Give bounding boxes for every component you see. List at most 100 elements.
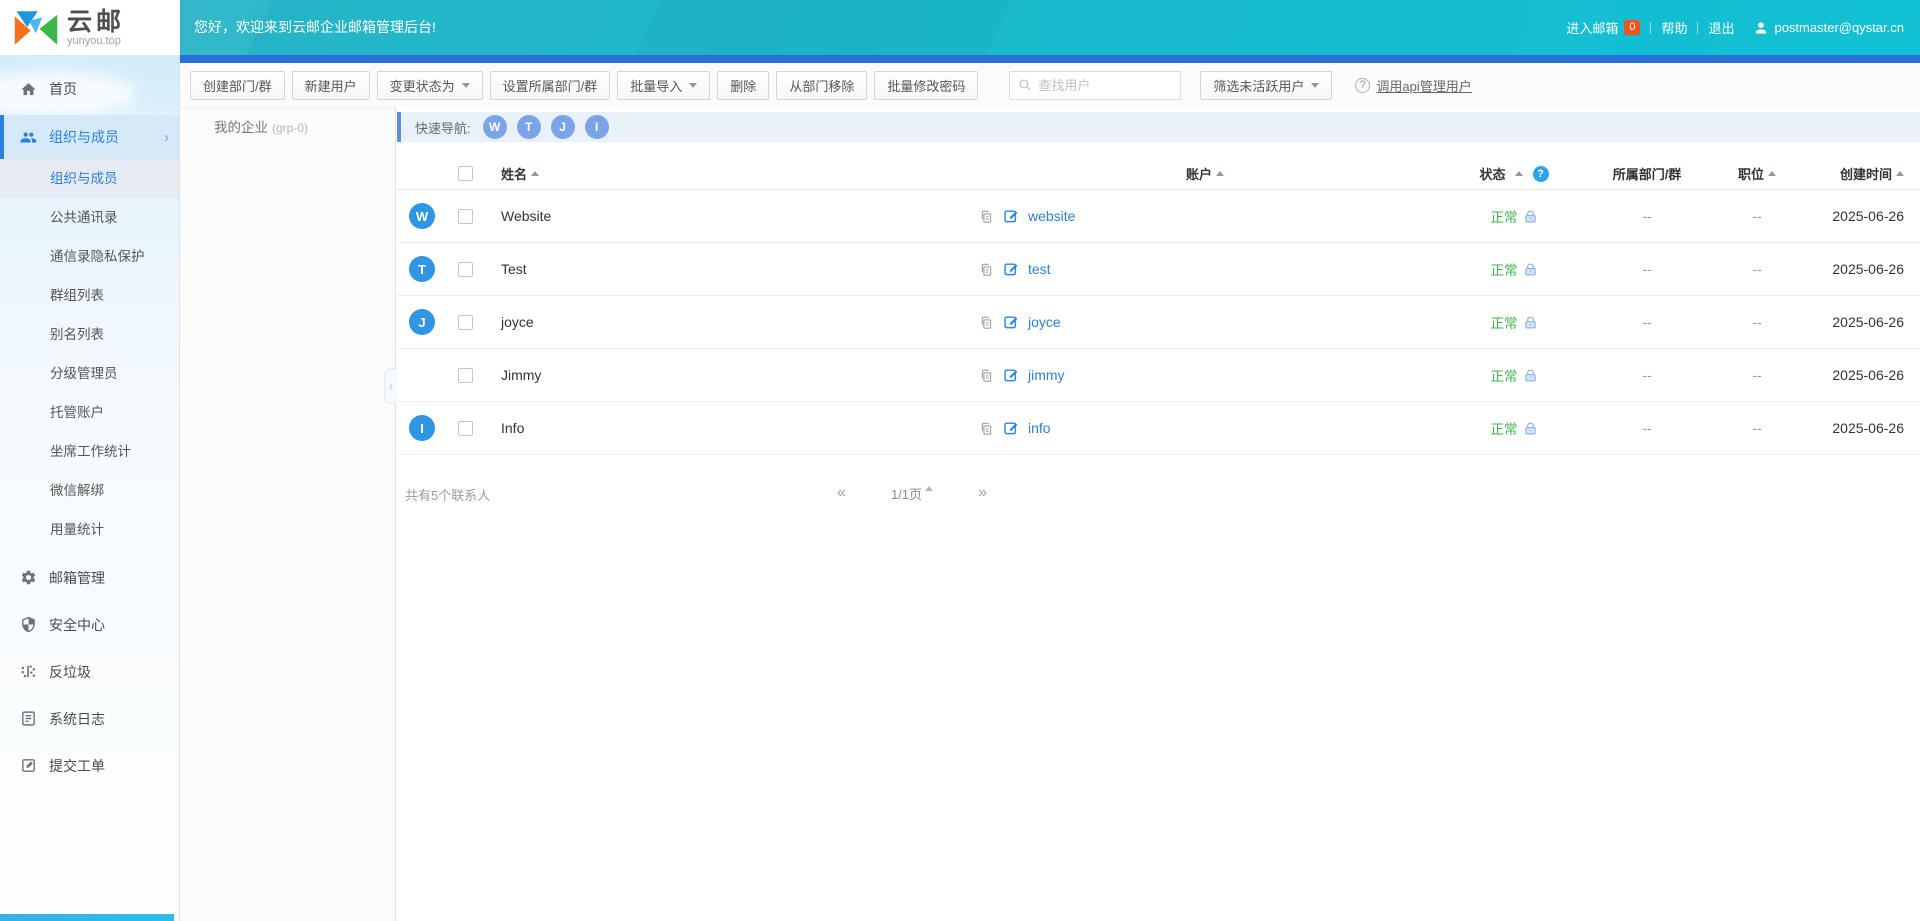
sidebar-subitem-wechat-unbind[interactable]: 微信解绑 <box>0 471 179 510</box>
sidebar-subitem-alias-list[interactable]: 别名列表 <box>0 315 179 354</box>
compose-icon[interactable] <box>1003 261 1019 277</box>
quick-nav-letter[interactable]: I <box>585 115 609 139</box>
position-value: -- <box>1707 367 1807 383</box>
remove-from-dept-button[interactable]: 从部门移除 <box>776 71 867 100</box>
page-dropdown-caret-icon <box>925 486 933 491</box>
create-dept-group-button[interactable]: 创建部门/群 <box>190 71 285 100</box>
copy-icon[interactable] <box>979 368 994 383</box>
user-name: Website <box>483 208 957 224</box>
welcome-message: 您好，欢迎来到云邮企业邮箱管理后台! <box>194 0 436 55</box>
account-link[interactable]: test <box>1028 261 1051 277</box>
api-manage-users-link[interactable]: 调用api管理用户 <box>1355 76 1471 95</box>
sort-asc-icon <box>1515 171 1523 176</box>
caret-down-icon <box>462 83 470 88</box>
lock-icon <box>1523 368 1538 383</box>
account-link[interactable]: jimmy <box>1028 367 1065 383</box>
account-column-header[interactable]: 账户 <box>985 164 1425 183</box>
sidebar-item-label: 安全中心 <box>49 615 105 635</box>
sidebar-item-system-log[interactable]: 系统日志 <box>0 695 179 742</box>
row-checkbox[interactable] <box>458 262 473 277</box>
sidebar-subitem-hosted-accounts[interactable]: 托管账户 <box>0 393 179 432</box>
status-column-header[interactable]: 状态 <box>1419 164 1609 183</box>
sidebar-subitem-org-members[interactable]: 组织与成员 <box>0 159 179 198</box>
created-value: 2025-06-26 <box>1807 208 1920 224</box>
enter-mailbox-link[interactable]: 进入邮箱 <box>1566 18 1618 37</box>
select-all-checkbox[interactable] <box>458 166 473 181</box>
account-link[interactable]: website <box>1028 208 1075 224</box>
compose-icon[interactable] <box>1003 314 1019 330</box>
created-column-header[interactable]: 创建时间 <box>1807 164 1920 183</box>
new-user-button[interactable]: 新建用户 <box>292 71 370 100</box>
copy-icon[interactable] <box>979 315 994 330</box>
sidebar-item-submit-ticket[interactable]: 提交工单 <box>0 742 179 789</box>
status-help-icon[interactable] <box>1533 166 1549 182</box>
set-dept-group-button[interactable]: 设置所属部门/群 <box>490 71 611 100</box>
logo[interactable]: 云邮 yunyou.top <box>0 0 180 55</box>
tree-root-item[interactable]: 我的企业(grp-0) <box>214 116 395 136</box>
quick-nav-letter[interactable]: J <box>551 115 575 139</box>
search-input[interactable] <box>1038 78 1168 93</box>
compose-icon[interactable] <box>1003 420 1019 436</box>
copy-icon[interactable] <box>979 421 994 436</box>
batch-change-password-button[interactable]: 批量修改密码 <box>874 71 978 100</box>
account-link[interactable]: joyce <box>1028 314 1061 330</box>
created-value: 2025-06-26 <box>1807 314 1920 330</box>
brand-domain: yunyou.top <box>67 35 125 47</box>
user-name: joyce <box>483 314 957 330</box>
sidebar-subitem-group-list[interactable]: 群组列表 <box>0 276 179 315</box>
lock-icon <box>1523 262 1538 277</box>
position-value: -- <box>1707 208 1807 224</box>
row-checkbox[interactable] <box>458 209 473 224</box>
account-link[interactable]: info <box>1028 420 1051 436</box>
help-link[interactable]: 帮助 <box>1661 18 1687 37</box>
sidebar-item-security-center[interactable]: 安全中心 <box>0 601 179 648</box>
change-status-button[interactable]: 变更状态为 <box>377 71 483 100</box>
compose-icon[interactable] <box>1003 208 1019 224</box>
page-indicator[interactable]: 1/1页 <box>891 484 933 503</box>
sidebar-item-home[interactable]: 首页 <box>0 66 179 112</box>
quick-nav-letter[interactable]: T <box>517 115 541 139</box>
copy-icon[interactable] <box>979 209 994 224</box>
row-checkbox[interactable] <box>458 368 473 383</box>
user-name: Test <box>483 261 957 277</box>
button-label: 批量导入 <box>630 76 682 95</box>
sidebar-subitem-usage-stats[interactable]: 用量统计 <box>0 510 179 549</box>
row-checkbox[interactable] <box>458 315 473 330</box>
sidebar-subitem-contacts-privacy[interactable]: 通信录隐私保护 <box>0 237 179 276</box>
sidebar-subitem-sub-admins[interactable]: 分级管理员 <box>0 354 179 393</box>
quick-nav-letter[interactable]: W <box>483 115 507 139</box>
name-column-header[interactable]: 姓名 <box>483 164 957 183</box>
brand-text: 云邮 yunyou.top <box>67 9 125 47</box>
filter-inactive-users-button[interactable]: 筛选未活跃用户 <box>1200 71 1332 100</box>
sort-asc-icon <box>1216 171 1224 176</box>
delete-button[interactable]: 删除 <box>717 71 769 100</box>
tree-collapse-handle[interactable] <box>384 368 397 404</box>
compose-icon[interactable] <box>1003 367 1019 383</box>
toolbar: 创建部门/群 新建用户 变更状态为 设置所属部门/群 批量导入 删除 从部门移除… <box>180 63 1920 108</box>
mailbox-count-badge: 0 <box>1624 20 1640 35</box>
user-name: Jimmy <box>483 367 957 383</box>
tree-root-tag: (grp-0) <box>272 121 308 135</box>
sidebar-item-antispam[interactable]: 反垃圾 <box>0 648 179 695</box>
sidebar-subitem-agent-stats[interactable]: 坐席工作统计 <box>0 432 179 471</box>
status-text: 正常 <box>1491 259 1518 279</box>
row-checkbox[interactable] <box>458 421 473 436</box>
caret-down-icon <box>1311 83 1319 88</box>
sidebar-item-org-members[interactable]: 组织与成员 › <box>0 115 179 159</box>
prev-page-button[interactable]: « <box>837 484 846 502</box>
next-page-button[interactable]: » <box>978 484 987 502</box>
lock-icon <box>1523 315 1538 330</box>
pagination: « 1/1页 » <box>837 481 987 505</box>
table-row: T Test test 正常 -- -- 2025-06-26 <box>397 243 1920 296</box>
home-icon <box>20 81 37 98</box>
copy-icon[interactable] <box>979 262 994 277</box>
logout-link[interactable]: 退出 <box>1708 18 1734 37</box>
sidebar-subitem-public-contacts[interactable]: 公共通讯录 <box>0 198 179 237</box>
user-icon <box>1754 21 1768 35</box>
sidebar-item-mail-admin[interactable]: 邮箱管理 <box>0 554 179 601</box>
table-row: W Website website 正常 -- -- 2025-06-26 <box>397 190 1920 243</box>
batch-import-button[interactable]: 批量导入 <box>617 71 710 100</box>
sidebar-item-label: 提交工单 <box>49 756 105 776</box>
sidebar-item-label: 组织与成员 <box>49 127 119 147</box>
position-column-header[interactable]: 职位 <box>1707 164 1807 183</box>
